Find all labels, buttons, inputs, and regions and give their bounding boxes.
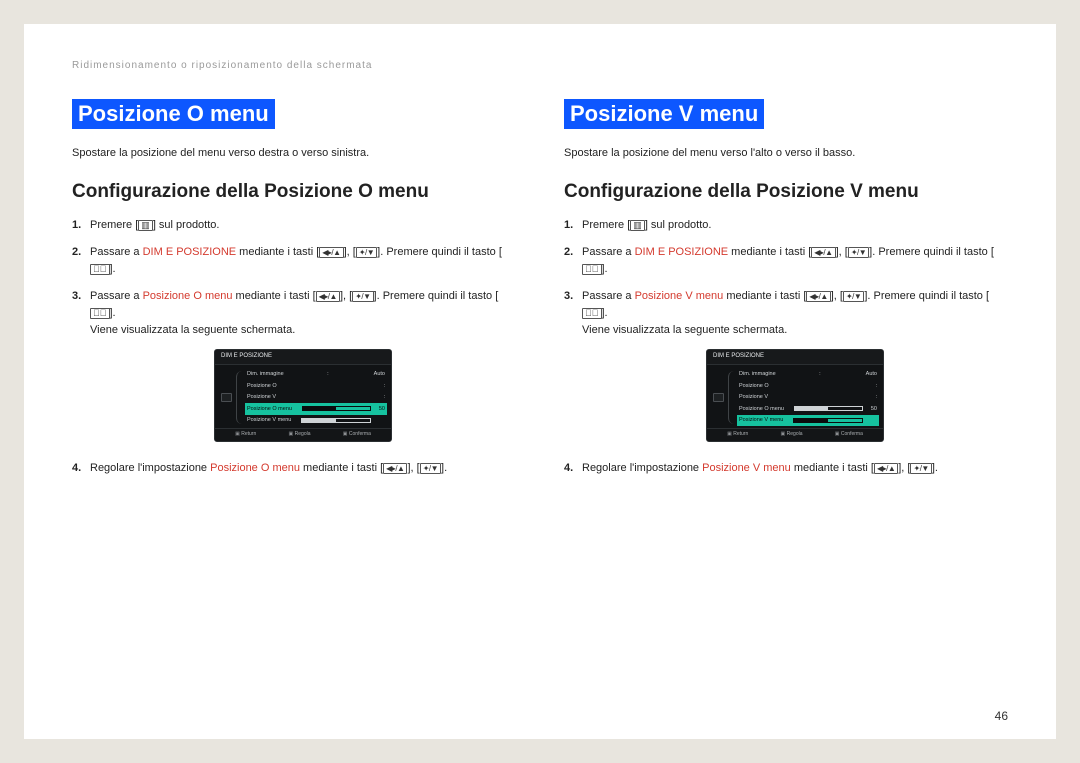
nav-down-icon xyxy=(420,463,441,474)
nav-up-icon xyxy=(806,291,830,302)
nav-target: DIM E POSIZIONE xyxy=(143,246,237,258)
osd-screenshot-right: DIM E POSIZIONE Dim. immagine: Auto Posi… xyxy=(582,349,1008,448)
nav-target: Posizione V menu xyxy=(635,290,724,302)
breadcrumb: Ridimensionamento o riposizionamento del… xyxy=(72,60,1008,71)
nav-up-icon xyxy=(383,463,407,474)
steps-left: Premere [] sul prodotto. Passare a DIM E… xyxy=(72,217,516,477)
page-number: 46 xyxy=(995,709,1008,723)
step-2: Passare a DIM E POSIZIONE mediante i tas… xyxy=(564,244,1008,278)
osd-footer: ReturnRegolaConferma xyxy=(215,428,391,441)
step-3: Passare a Posizione O menu mediante i ta… xyxy=(72,288,516,448)
two-column-layout: Posizione O menu Spostare la posizione d… xyxy=(72,99,1008,487)
osd-side-tab xyxy=(219,369,233,427)
column-left: Posizione O menu Spostare la posizione d… xyxy=(72,99,516,487)
osd-title: DIM E POSIZIONE xyxy=(707,350,883,364)
enter-icon xyxy=(582,264,602,275)
menu-icon xyxy=(630,220,645,231)
osd-screenshot-left: DIM E POSIZIONE Dim. immagine: Auto Posi… xyxy=(90,349,516,448)
step-1: Premere [] sul prodotto. xyxy=(72,217,516,234)
nav-target: Posizione O menu xyxy=(143,290,233,302)
osd-list: Dim. immagine: Auto Posizione O: Posizio… xyxy=(737,369,879,427)
nav-down-icon xyxy=(356,247,377,258)
osd-row-selected: Posizione O menu50 xyxy=(245,403,387,415)
nav-up-icon xyxy=(316,291,340,302)
osd-title: DIM E POSIZIONE xyxy=(215,350,391,364)
manual-page: Ridimensionamento o riposizionamento del… xyxy=(24,24,1056,739)
osd-row: Posizione V: xyxy=(737,392,879,404)
enter-icon xyxy=(90,264,110,275)
step-1: Premere [] sul prodotto. xyxy=(564,217,1008,234)
osd-row: Posizione V: xyxy=(245,392,387,404)
subsection-title-right: Configurazione della Posizione V menu xyxy=(564,181,1008,203)
osd-list: Dim. immagine: Auto Posizione O: Posizio… xyxy=(245,369,387,427)
step-3: Passare a Posizione V menu mediante i ta… xyxy=(564,288,1008,448)
enter-icon xyxy=(90,308,110,319)
nav-down-icon xyxy=(848,247,869,258)
nav-target: Posizione O menu xyxy=(210,462,300,474)
steps-right: Premere [] sul prodotto. Passare a DIM E… xyxy=(564,217,1008,477)
nav-down-icon xyxy=(352,291,373,302)
nav-target: DIM E POSIZIONE xyxy=(635,246,729,258)
nav-up-icon xyxy=(811,247,835,258)
osd-row: Dim. immagine: Auto xyxy=(737,369,879,381)
nav-down-icon xyxy=(910,463,931,474)
step-4: Regolare l'impostazione Posizione O menu… xyxy=(72,460,516,477)
nav-up-icon xyxy=(874,463,898,474)
section-title-left: Posizione O menu xyxy=(72,99,275,129)
nav-down-icon xyxy=(843,291,864,302)
osd-row: Posizione O: xyxy=(245,380,387,392)
nav-up-icon xyxy=(319,247,343,258)
nav-target: Posizione V menu xyxy=(702,462,791,474)
osd-footer: ReturnRegolaConferma xyxy=(707,428,883,441)
section-desc-right: Spostare la posizione del menu verso l'a… xyxy=(564,147,1008,159)
osd-row: Posizione V menu xyxy=(245,415,387,427)
column-right: Posizione V menu Spostare la posizione d… xyxy=(564,99,1008,487)
section-title-right: Posizione V menu xyxy=(564,99,764,129)
osd-row: Posizione O menu50 xyxy=(737,403,879,415)
subsection-title-left: Configurazione della Posizione O menu xyxy=(72,181,516,203)
step-4: Regolare l'impostazione Posizione V menu… xyxy=(564,460,1008,477)
step-2: Passare a DIM E POSIZIONE mediante i tas… xyxy=(72,244,516,278)
osd-row: Dim. immagine: Auto xyxy=(245,369,387,381)
enter-icon xyxy=(582,308,602,319)
osd-row: Posizione O: xyxy=(737,380,879,392)
section-desc-left: Spostare la posizione del menu verso des… xyxy=(72,147,516,159)
osd-row-selected: Posizione V menu xyxy=(737,415,879,427)
osd-side-tab xyxy=(711,369,725,427)
menu-icon xyxy=(138,220,153,231)
